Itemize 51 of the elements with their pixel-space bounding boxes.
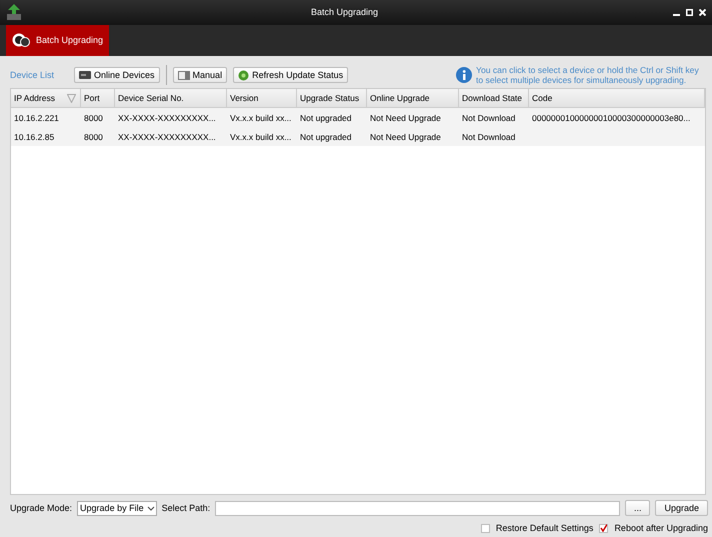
column-header[interactable]: IP Address: [11, 89, 81, 108]
upload-icon: [6, 3, 22, 22]
column-header[interactable]: Code: [529, 89, 705, 108]
document-icon: [178, 70, 190, 80]
toolbar-button[interactable]: Online Devices: [74, 67, 160, 83]
table-cell: 10.16.2.85: [14, 132, 54, 142]
table-cell: Not upgraded: [300, 132, 352, 142]
table-cell: Not upgraded: [300, 112, 352, 122]
checkbox-label: Reboot after Upgrading: [614, 523, 708, 533]
close-icon[interactable]: [699, 8, 706, 16]
table-cell: XX-XXXX-XXXXXXXXX...: [118, 132, 216, 142]
table-cell: Vx.x.x build xx...: [230, 132, 292, 142]
table-cell: Not Need Upgrade: [370, 132, 441, 142]
upgrade-button[interactable]: Upgrade: [655, 500, 708, 516]
table-cell: Vx.x.x build xx...: [230, 112, 292, 122]
info-icon: [456, 67, 472, 83]
table-cell: XX-XXXX-XXXXXXXXX...: [118, 112, 216, 122]
column-header[interactable]: Upgrade Status: [297, 89, 367, 108]
window-title: Batch Upgrading: [310, 7, 380, 18]
refresh-icon: [238, 70, 250, 80]
checkbox[interactable]: [480, 524, 490, 532]
checkbox-label: Restore Default Settings: [496, 523, 594, 533]
toolbar-button[interactable]: Manual: [172, 67, 228, 83]
table-row[interactable]: 10.16.2.221 8000 XX-XXXX-XXXXXXXXX... Vx.x.x build xx... Not upgraded Not Need Upgrade Not Download 00000001000000010000300000003e80...: [11, 108, 705, 127]
table-cell: Not Need Upgrade: [370, 112, 441, 122]
section-title: Device List: [10, 70, 54, 80]
camera-icon: [12, 33, 30, 48]
checkbox[interactable]: [599, 524, 608, 532]
hint-text: You can click to select a device or hold the Ctrl or Shift key to select multiple devices for simultaneously upgrading.: [476, 65, 700, 85]
path-field[interactable]: [215, 500, 620, 516]
column-header[interactable]: Port: [81, 89, 115, 108]
mode-dropdown[interactable]: Upgrade by File: [77, 500, 157, 516]
column-header[interactable]: Device Serial No.: [115, 89, 227, 108]
field-label: Upgrade Mode:: [10, 503, 72, 513]
browse-button[interactable]: ...: [624, 500, 650, 516]
toolbar-button[interactable]: Refresh Update Status: [233, 67, 348, 83]
table-cell: Not Download: [462, 132, 516, 142]
column-header[interactable]: Online Upgrade: [367, 89, 459, 108]
column-header[interactable]: Version: [227, 89, 297, 108]
table-cell: 10.16.2.221: [14, 112, 59, 122]
maximize-icon[interactable]: [686, 8, 693, 16]
table-cell: 8000: [84, 112, 103, 122]
tab[interactable]: Batch Upgrading: [6, 24, 110, 56]
filter-icon: [67, 94, 76, 102]
table-row[interactable]: 10.16.2.85 8000 XX-XXXX-XXXXXXXXX... Vx.x.x build xx... Not upgraded Not Need Upgrade Not Download: [11, 127, 705, 146]
table-cell: Not Download: [462, 112, 516, 122]
column-header[interactable]: Download State: [459, 89, 529, 108]
table-cell: 8000: [84, 132, 103, 142]
field-label: Select Path:: [162, 503, 210, 513]
device-icon: [79, 71, 92, 79]
table-cell: 00000001000000010000300000003e80...: [532, 112, 690, 122]
